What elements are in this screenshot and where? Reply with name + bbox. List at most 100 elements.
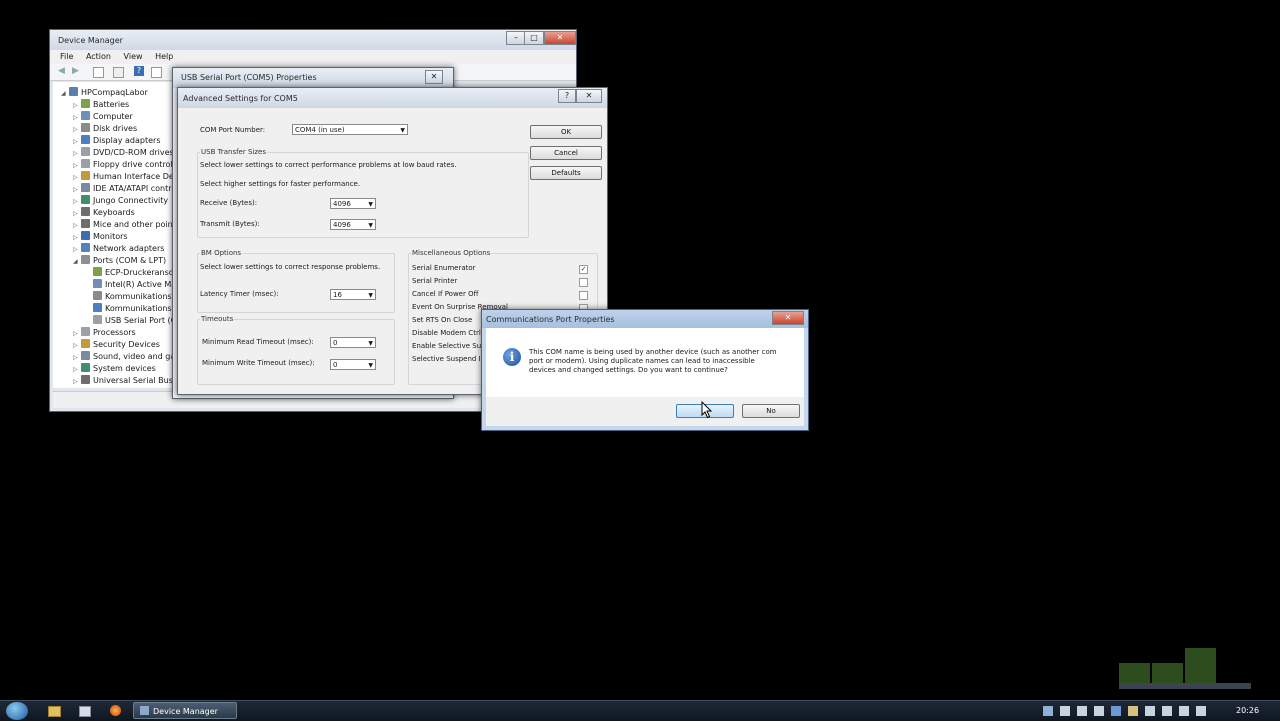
computer-icon	[69, 87, 78, 96]
advanced-settings-titlebar[interactable]: Advanced Settings for COM5 ? ✕	[178, 88, 607, 108]
read-timeout-select[interactable]: 0 ▼	[330, 337, 376, 348]
tree-category-item[interactable]: ▷ Sound, video and gar	[73, 351, 175, 363]
tree-category-item[interactable]: ▷ Keyboards	[73, 207, 135, 219]
expand-arrow-icon[interactable]: ▷	[73, 210, 81, 217]
expand-arrow-icon[interactable]: ▷	[73, 150, 81, 157]
menu-action[interactable]: Action	[86, 52, 111, 61]
tree-category-item[interactable]: ▷ IDE ATA/ATAPI contro	[73, 183, 175, 195]
clock[interactable]: 20:26	[1236, 706, 1259, 715]
tray-icon[interactable]	[1111, 706, 1121, 716]
start-button[interactable]	[6, 702, 28, 720]
message-box-titlebar[interactable]: Communications Port Properties ✕	[482, 310, 808, 328]
tree-category-item[interactable]: ◢ Ports (COM & LPT)	[73, 255, 166, 267]
close-button[interactable]: ✕	[544, 31, 576, 45]
expand-arrow-icon[interactable]: ▷	[73, 342, 81, 349]
tray-icon[interactable]	[1060, 706, 1070, 716]
network-icon[interactable]	[1179, 706, 1189, 716]
tree-category-item[interactable]: ▷ Universal Serial Bus co	[73, 375, 175, 387]
tree-category-item[interactable]: ▷ Floppy drive controll	[73, 159, 175, 171]
cancel-button[interactable]: Cancel	[530, 146, 602, 160]
tree-root[interactable]: ◢ HPCompaqLabor	[61, 87, 148, 99]
device-category-icon	[81, 183, 90, 192]
expand-arrow-icon[interactable]: ▷	[73, 138, 81, 145]
ok-button[interactable]: OK	[530, 125, 602, 139]
tree-category-item[interactable]: ▷ Monitors	[73, 231, 128, 243]
com-port-select[interactable]: COM4 (in use) ▼	[292, 124, 408, 135]
tray-icon[interactable]	[1077, 706, 1087, 716]
expand-arrow-icon[interactable]: ▷	[73, 186, 81, 193]
write-timeout-select[interactable]: 0 ▼	[330, 359, 376, 370]
expand-arrow-icon[interactable]: ▷	[73, 354, 81, 361]
volume-icon[interactable]	[1196, 706, 1206, 716]
properties-icon[interactable]	[93, 67, 104, 78]
back-icon[interactable]: ◀	[58, 66, 65, 76]
tree-child-item[interactable]: Kommunikations	[85, 291, 172, 303]
menu-help[interactable]: Help	[155, 52, 173, 61]
tray-icon[interactable]	[1094, 706, 1104, 716]
expand-arrow-icon[interactable]: ◢	[73, 258, 81, 265]
usb-properties-close-button[interactable]: ✕	[425, 70, 443, 84]
tree-child-item[interactable]: ECP-Druckeranso	[85, 267, 174, 279]
tree-category-item[interactable]: ▷ System devices	[73, 363, 156, 375]
tree-category-item[interactable]: ▷ Security Devices	[73, 339, 160, 351]
tree-category-item[interactable]: ▷ Processors	[73, 327, 136, 339]
firefox-icon[interactable]	[110, 705, 121, 716]
advanced-close-button[interactable]: ✕	[576, 89, 602, 103]
misc-option-checkbox[interactable]	[579, 291, 588, 300]
expand-arrow-icon[interactable]: ▷	[73, 102, 81, 109]
expand-arrow-icon[interactable]: ▷	[73, 330, 81, 337]
advanced-settings-title: Advanced Settings for COM5	[183, 94, 298, 103]
tree-child-item[interactable]: USB Serial Port (C	[85, 315, 175, 327]
minimize-button[interactable]: –	[506, 31, 526, 45]
latency-select[interactable]: 16 ▼	[330, 289, 376, 300]
help-icon[interactable]: ?	[134, 66, 144, 76]
misc-option-label: Serial Printer	[412, 277, 458, 285]
tree-category-item[interactable]: ▷ Jungo Connectivity	[73, 195, 168, 207]
explorer-icon[interactable]	[48, 706, 61, 717]
tree-item-label: USB Serial Port (C	[105, 316, 175, 325]
tree-category-item[interactable]: ▷ Mice and other point	[73, 219, 175, 231]
menu-file[interactable]: File	[60, 52, 73, 61]
tree-child-item[interactable]: Intel(R) Active Ma	[85, 279, 175, 291]
receive-select[interactable]: 4096 ▼	[330, 198, 376, 209]
expand-arrow-icon[interactable]: ▷	[73, 222, 81, 229]
tray-icon[interactable]	[1128, 706, 1138, 716]
device-manager-titlebar[interactable]: Device Manager – □ ✕	[50, 30, 576, 52]
message-box-close-button[interactable]: ✕	[772, 311, 804, 325]
expand-arrow-icon[interactable]: ▷	[73, 126, 81, 133]
forward-icon[interactable]: ▶	[72, 66, 79, 76]
expand-arrow-icon[interactable]: ▷	[73, 378, 81, 385]
tray-icon[interactable]	[1162, 706, 1172, 716]
tree-category-item[interactable]: ▷ DVD/CD-ROM drives	[73, 147, 174, 159]
taskbar-device-manager[interactable]: Device Manager	[133, 702, 237, 719]
tree-category-item[interactable]: ▷ Human Interface Dev	[73, 171, 175, 183]
tree-category-item[interactable]: ▷ Network adapters	[73, 243, 164, 255]
expand-arrow-icon[interactable]: ▷	[73, 246, 81, 253]
expand-arrow-icon[interactable]: ▷	[73, 198, 81, 205]
expand-arrow-icon[interactable]: ▷	[73, 162, 81, 169]
menu-view[interactable]: View	[124, 52, 143, 61]
tree-child-item[interactable]: Kommunikations	[85, 303, 172, 315]
tree-category-item[interactable]: ▷ Computer	[73, 111, 133, 123]
no-button[interactable]: No	[742, 404, 800, 418]
device-category-icon	[81, 123, 90, 132]
expand-arrow-icon[interactable]: ▷	[73, 174, 81, 181]
help-button[interactable]: ?	[558, 89, 576, 103]
tree-category-item[interactable]: ▷ Disk drives	[73, 123, 137, 135]
expand-arrow-icon[interactable]: ▷	[73, 366, 81, 373]
tray-icon[interactable]	[1043, 706, 1053, 716]
tree-category-item[interactable]: ▷ Display adapters	[73, 135, 161, 147]
transmit-select[interactable]: 4096 ▼	[330, 219, 376, 230]
maximize-button[interactable]: □	[524, 31, 544, 45]
defaults-button[interactable]: Defaults	[530, 166, 602, 180]
expand-arrow-icon[interactable]: ▷	[73, 234, 81, 241]
misc-option-checkbox[interactable]: ✓	[579, 265, 588, 274]
usb-properties-titlebar[interactable]: USB Serial Port (COM5) Properties ✕	[173, 68, 453, 88]
tree-category-item[interactable]: ▷ Batteries	[73, 99, 129, 111]
misc-option-checkbox[interactable]	[579, 278, 588, 287]
update-icon[interactable]	[113, 67, 124, 78]
expand-arrow-icon[interactable]: ▷	[73, 114, 81, 121]
tray-icon[interactable]	[1145, 706, 1155, 716]
scan-icon[interactable]	[151, 67, 162, 78]
media-icon[interactable]	[79, 706, 91, 717]
